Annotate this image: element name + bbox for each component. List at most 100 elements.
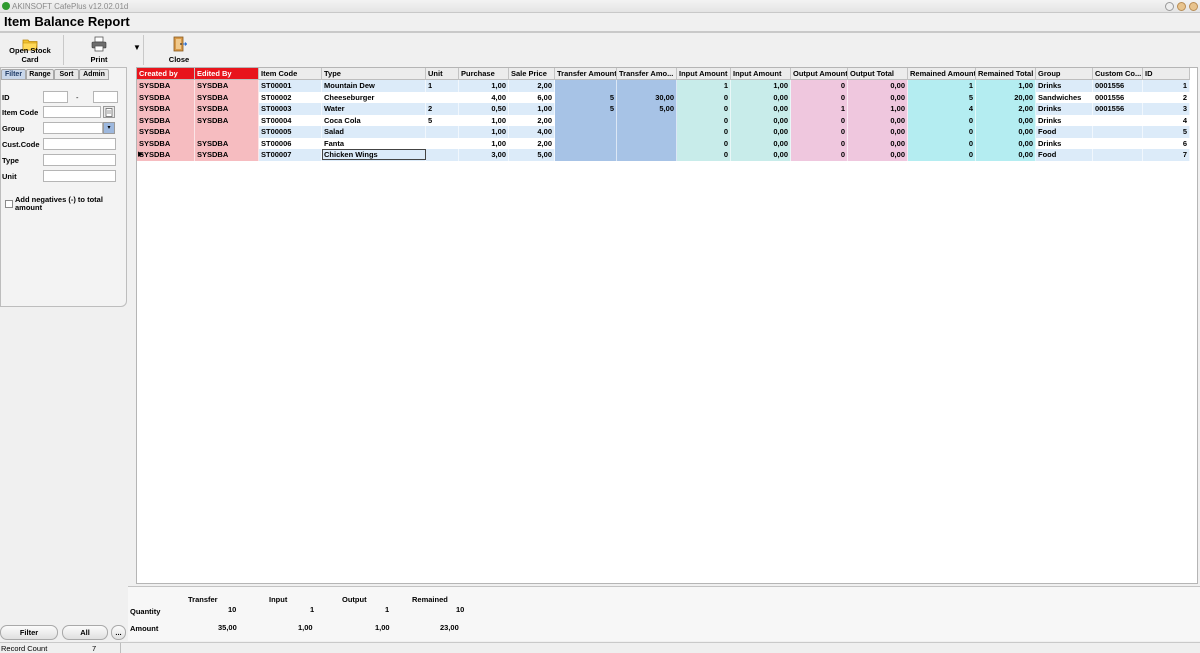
close-report-button[interactable]: Close: [150, 33, 208, 66]
cell-transfer-total[interactable]: [617, 114, 677, 126]
cell-custom-code[interactable]: [1093, 149, 1143, 161]
cell-custom-code[interactable]: [1093, 126, 1143, 138]
cell-unit[interactable]: 2: [426, 103, 459, 115]
column-header-transfer-amount[interactable]: Transfer Amount: [555, 68, 617, 80]
cell-output-amount[interactable]: 0: [791, 80, 848, 92]
cell-item-code[interactable]: ST00003: [259, 103, 322, 115]
cell-sale-price[interactable]: 5,00: [509, 149, 555, 161]
cell-unit[interactable]: 1: [426, 80, 459, 92]
maximize-button[interactable]: [1177, 2, 1186, 11]
minimize-button[interactable]: [1165, 2, 1174, 11]
cell-edited-by[interactable]: SYSDBA: [195, 80, 259, 92]
cell-purchase[interactable]: 4,00: [459, 91, 509, 103]
cell-remained-total[interactable]: 0,00: [976, 114, 1036, 126]
cell-transfer-amount[interactable]: 5: [555, 103, 617, 115]
column-header-sale-price[interactable]: Sale Price: [509, 68, 555, 80]
cell-input-total[interactable]: 0,00: [731, 149, 791, 161]
cell-output-total[interactable]: 0,00: [848, 91, 908, 103]
cell-input-amount[interactable]: 1: [677, 80, 731, 92]
cell-remained-amount[interactable]: 0: [908, 137, 976, 149]
cell-transfer-total[interactable]: 30,00: [617, 91, 677, 103]
cell-remained-total[interactable]: 2,00: [976, 103, 1036, 115]
filter-button[interactable]: Filter: [0, 625, 58, 640]
column-header-type[interactable]: Type: [322, 68, 426, 80]
cell-input-total[interactable]: 0,00: [731, 103, 791, 115]
column-header-output-amount[interactable]: Output Amount: [791, 68, 848, 80]
cell-input-amount[interactable]: 0: [677, 103, 731, 115]
item-code-lookup-button[interactable]: [103, 106, 115, 118]
add-negatives-checkbox[interactable]: [5, 200, 13, 208]
cell-output-total[interactable]: 0,00: [848, 126, 908, 138]
cell-transfer-amount[interactable]: 5: [555, 91, 617, 103]
cell-sale-price[interactable]: 2,00: [509, 137, 555, 149]
cell-id[interactable]: 4: [1143, 114, 1190, 126]
cell-purchase[interactable]: 1,00: [459, 126, 509, 138]
cell-custom-code[interactable]: 0001556: [1093, 80, 1143, 92]
all-button[interactable]: All: [62, 625, 108, 640]
column-header-item-code[interactable]: Item Code: [259, 68, 322, 80]
tab-sort[interactable]: Sort: [54, 69, 79, 80]
item-code-input[interactable]: [43, 106, 101, 118]
cell-input-total[interactable]: 1,00: [731, 80, 791, 92]
cell-purchase[interactable]: 1,00: [459, 137, 509, 149]
cell-custom-code[interactable]: 0001556: [1093, 91, 1143, 103]
cell-input-amount[interactable]: 0: [677, 137, 731, 149]
cell-remained-amount[interactable]: 1: [908, 80, 976, 92]
cell-id[interactable]: 1: [1143, 80, 1190, 92]
cell-transfer-total[interactable]: [617, 149, 677, 161]
id-to-input[interactable]: [93, 91, 118, 103]
table-row[interactable]: SYSDBA SYSDBA ST00004 Coca Cola 5 1,00 2,00 0 0,…: [137, 114, 1197, 126]
cell-unit[interactable]: [426, 149, 459, 161]
cell-input-total[interactable]: 0,00: [731, 137, 791, 149]
cell-unit[interactable]: [426, 91, 459, 103]
cell-group[interactable]: Drinks: [1036, 137, 1093, 149]
cell-edited-by[interactable]: [195, 126, 259, 138]
column-header-output-total[interactable]: Output Total: [848, 68, 908, 80]
cell-remained-amount[interactable]: 0: [908, 126, 976, 138]
column-header-group[interactable]: Group: [1036, 68, 1093, 80]
column-header-custom-code[interactable]: Custom Co...: [1093, 68, 1143, 80]
cell-remained-amount[interactable]: 4: [908, 103, 976, 115]
cell-unit[interactable]: [426, 137, 459, 149]
cell-output-total[interactable]: 0,00: [848, 137, 908, 149]
cell-type[interactable]: Fanta: [322, 137, 426, 149]
cell-output-amount[interactable]: 0: [791, 149, 848, 161]
cell-group[interactable]: Food: [1036, 149, 1093, 161]
cell-type[interactable]: Cheeseburger: [322, 91, 426, 103]
cell-sale-price[interactable]: 6,00: [509, 91, 555, 103]
cell-item-code[interactable]: ST00001: [259, 80, 322, 92]
cell-transfer-amount[interactable]: [555, 126, 617, 138]
cell-edited-by[interactable]: SYSDBA: [195, 149, 259, 161]
cell-remained-total[interactable]: 0,00: [976, 149, 1036, 161]
cell-created-by[interactable]: SYSDBA: [137, 80, 195, 92]
cell-created-by[interactable]: SYSDBA: [137, 114, 195, 126]
cell-output-amount[interactable]: 0: [791, 114, 848, 126]
cell-created-by[interactable]: SYSDBA: [137, 103, 195, 115]
cell-purchase[interactable]: 1,00: [459, 114, 509, 126]
cell-sale-price[interactable]: 2,00: [509, 80, 555, 92]
cell-transfer-amount[interactable]: [555, 114, 617, 126]
cell-type[interactable]: Mountain Dew: [322, 80, 426, 92]
table-row[interactable]: SYSDBA SYSDBA ST00001 Mountain Dew 1 1,00 2,00…: [137, 80, 1197, 92]
cell-input-total[interactable]: 0,00: [731, 114, 791, 126]
cell-created-by[interactable]: SYSDBA: [137, 149, 195, 161]
table-row[interactable]: SYSDBA SYSDBA ST00003 Water 2 0,50 1,00 5 5,00 0 0…: [137, 103, 1197, 115]
cell-group[interactable]: Sandwiches: [1036, 91, 1093, 103]
column-header-id[interactable]: ID: [1143, 68, 1190, 80]
cell-item-code[interactable]: ST00005: [259, 126, 322, 138]
cell-unit[interactable]: [426, 126, 459, 138]
cell-custom-code[interactable]: 0001556: [1093, 103, 1143, 115]
cell-sale-price[interactable]: 1,00: [509, 103, 555, 115]
tab-range[interactable]: Range: [26, 69, 54, 80]
cell-output-amount[interactable]: 0: [791, 126, 848, 138]
cell-id[interactable]: 3: [1143, 103, 1190, 115]
cell-transfer-amount[interactable]: [555, 80, 617, 92]
column-header-unit[interactable]: Unit: [426, 68, 459, 80]
cell-custom-code[interactable]: [1093, 114, 1143, 126]
cell-item-code[interactable]: ST00006: [259, 137, 322, 149]
tab-admin[interactable]: Admin: [79, 69, 109, 80]
column-header-remained-total[interactable]: Remained Total: [976, 68, 1036, 80]
cell-id[interactable]: 7: [1143, 149, 1190, 161]
cell-id[interactable]: 6: [1143, 137, 1190, 149]
cell-group[interactable]: Drinks: [1036, 114, 1093, 126]
